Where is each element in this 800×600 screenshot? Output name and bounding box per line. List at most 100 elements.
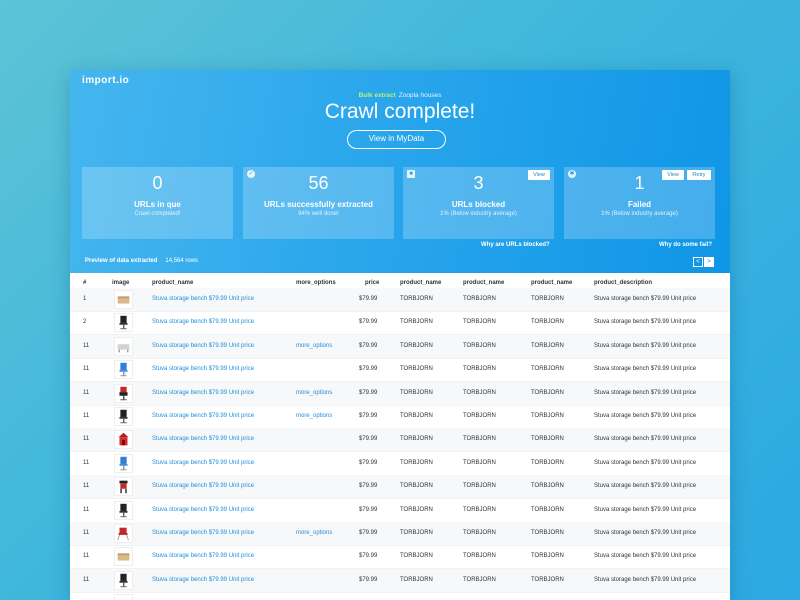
product-name-cell: TORBJORN — [531, 436, 564, 443]
product-image — [119, 456, 128, 471]
product-name-link[interactable]: Stuva storage bench $79.99 Unit price — [152, 452, 254, 475]
product-name-cell: TORBJORN — [400, 366, 433, 373]
table-row[interactable]: 11 Stuva storage bench $79.99 Unit price m… — [70, 405, 730, 429]
product-name-cell: TORBJORN — [400, 389, 433, 396]
product-image — [119, 573, 128, 588]
table-row[interactable]: 11 Stuva storage bench $79.99 Unit price $… — [70, 428, 730, 453]
product-name-link[interactable]: Stuva storage bench $79.99 Unit price — [152, 311, 254, 334]
product-name-link[interactable]: Stuva storage bench $79.99 Unit price — [152, 475, 254, 498]
product-description-cell: Stuva storage bench $79.99 Unit price — [594, 553, 697, 560]
price-cell: $79.99 — [359, 296, 378, 302]
product-name-cell: TORBJORN — [400, 413, 433, 419]
product-name-cell: TORBJORN — [400, 506, 433, 513]
product-name-cell: TORBJORN — [400, 319, 433, 326]
product-thumbnail — [114, 594, 133, 600]
stat-value: 56 — [308, 173, 329, 193]
product-thumbnail — [114, 360, 133, 380]
crawl-summary-header: import.io Bulk extract Zoopla houses Craw… — [70, 70, 730, 273]
table-row[interactable]: 11 Stuva storage bench $79.99 Unit price $… — [70, 358, 730, 383]
product-thumbnail — [114, 453, 133, 473]
product-thumbnail — [114, 290, 133, 309]
product-name-cell: TORBJORN — [463, 506, 496, 513]
price-cell: $79.99 — [359, 436, 378, 443]
product-name-cell: TORBJORN — [463, 319, 496, 326]
product-name-cell: TORBJORN — [463, 530, 496, 536]
product-name-cell: TORBJORN — [463, 459, 496, 466]
product-name-cell: TORBJORN — [531, 319, 564, 326]
product-name-link[interactable]: Stuva storage bench $79.99 Unit price — [152, 288, 254, 311]
why-failed-link[interactable]: Why do some fail? — [659, 242, 712, 248]
product-name-cell: TORBJORN — [531, 413, 564, 419]
preview-info: Preview of data extracted 14,564 rows — [85, 258, 198, 264]
row-number: 11 — [83, 436, 90, 443]
product-image — [115, 595, 132, 600]
more-options-link[interactable]: more_options — [296, 382, 332, 405]
product-description-cell: Stuva storage bench $79.99 Unit price — [594, 342, 697, 349]
table-row[interactable]: 11 Stuva storage bench $79.99 Unit price $… — [70, 592, 730, 600]
product-name-link[interactable]: Stuva storage bench $79.99 Unit price — [152, 358, 254, 381]
stat-label: URLs blocked — [451, 200, 506, 209]
row-number: 1 — [83, 296, 87, 302]
price-cell: $79.99 — [359, 413, 378, 419]
product-name-link[interactable]: Stuva storage bench $79.99 Unit price — [152, 569, 254, 592]
stat-sub: 94% well done! — [298, 211, 339, 217]
price-cell: $79.99 — [359, 592, 377, 600]
product-description-cell: Stuva storage bench $79.99 Unit price — [594, 319, 697, 326]
product-name-link[interactable]: Stuva storage bench $79.99 Unit price — [152, 428, 254, 451]
product-description-cell: Stuva storage bench $79.99 Unit price — [594, 389, 697, 396]
product-name-cell: TORBJORN — [463, 483, 496, 490]
row-number: 11 — [83, 530, 90, 536]
product-name-cell: TORBJORN — [531, 530, 564, 536]
stat-card-queue: 0 URLs in que Crawl completed! — [82, 167, 233, 239]
prev-page-button[interactable]: < — [693, 257, 703, 267]
product-name-link[interactable]: Stuva storage bench $79.99 Unit price — [152, 545, 254, 568]
stat-sub: 1% (Below industry average) — [601, 211, 678, 217]
product-name-link[interactable]: Stuva storage bench $79.99 Unit price — [152, 499, 254, 522]
view-in-mydata-button[interactable]: View in MyData — [347, 130, 446, 149]
product-name-link[interactable]: Stuva storage bench $79.99 Unit price — [152, 592, 254, 600]
product-description-cell: Stuva storage bench $79.99 Unit price — [594, 459, 697, 466]
product-thumbnail — [114, 336, 133, 356]
product-name-cell: TORBJORN — [531, 553, 564, 560]
product-name-link[interactable]: Stuva storage bench $79.99 Unit price — [152, 335, 254, 358]
table-row[interactable]: 11 Stuva storage bench $79.99 Unit price $… — [70, 499, 730, 523]
more-options-link[interactable]: more_options — [296, 522, 332, 545]
table-row[interactable]: 11 Stuva storage bench $79.99 Unit price $… — [70, 568, 730, 593]
product-description-cell: Stuva storage bench $79.99 Unit price — [594, 592, 696, 600]
product-name-link[interactable]: Stuva storage bench $79.99 Unit price — [152, 382, 254, 405]
more-options-link[interactable]: more_options — [296, 335, 332, 358]
table-row[interactable]: 11 Stuva storage bench $79.99 Unit price $… — [70, 452, 730, 476]
table-row[interactable]: 11 Stuva storage bench $79.99 Unit price m… — [70, 334, 730, 359]
product-name-cell: TORBJORN — [400, 296, 433, 302]
product-name-cell: TORBJORN — [531, 483, 564, 490]
product-name-cell: TORBJORN — [400, 436, 433, 443]
table-row[interactable]: 11 Stuva storage bench $79.99 Unit price $… — [70, 545, 730, 570]
stat-sub: Crawl completed! — [134, 211, 181, 217]
table-row[interactable]: 11 Stuva storage bench $79.99 Unit price m… — [70, 381, 730, 406]
table-row[interactable]: 11 Stuva storage bench $79.99 Unit price m… — [70, 522, 730, 546]
product-description-cell: Stuva storage bench $79.99 Unit price — [594, 576, 697, 583]
product-name-cell: TORBJORN — [463, 342, 496, 349]
product-thumbnail — [114, 524, 133, 543]
stat-value: 3 — [473, 173, 484, 193]
product-image — [119, 316, 128, 330]
table-row[interactable]: 1 Stuva storage bench $79.99 Unit price $7… — [70, 288, 730, 312]
table-row[interactable]: 2 Stuva storage bench $79.99 Unit price $7… — [70, 311, 730, 336]
table-row[interactable]: 11 Stuva storage bench $79.99 Unit price $… — [70, 475, 730, 500]
row-number: 11 — [83, 506, 90, 513]
product-name-cell: TORBJORN — [531, 389, 564, 396]
product-name-link[interactable]: Stuva storage bench $79.99 Unit price — [152, 522, 254, 545]
price-cell: $79.99 — [359, 342, 378, 349]
row-number: 11 — [83, 366, 90, 373]
more-options-link[interactable]: more_options — [296, 405, 332, 428]
product-thumbnail — [114, 570, 133, 590]
next-page-button[interactable]: > — [704, 257, 714, 267]
product-name-link[interactable]: Stuva storage bench $79.99 Unit price — [152, 405, 254, 428]
row-count: 14,564 rows — [165, 258, 199, 264]
product-name-cell: TORBJORN — [531, 296, 564, 302]
why-blocked-link[interactable]: Why are URLs blocked? — [481, 242, 550, 248]
row-number: 11 — [83, 553, 90, 560]
product-name-cell: TORBJORN — [463, 436, 496, 443]
product-image — [119, 480, 128, 494]
price-cell: $79.99 — [359, 530, 378, 536]
